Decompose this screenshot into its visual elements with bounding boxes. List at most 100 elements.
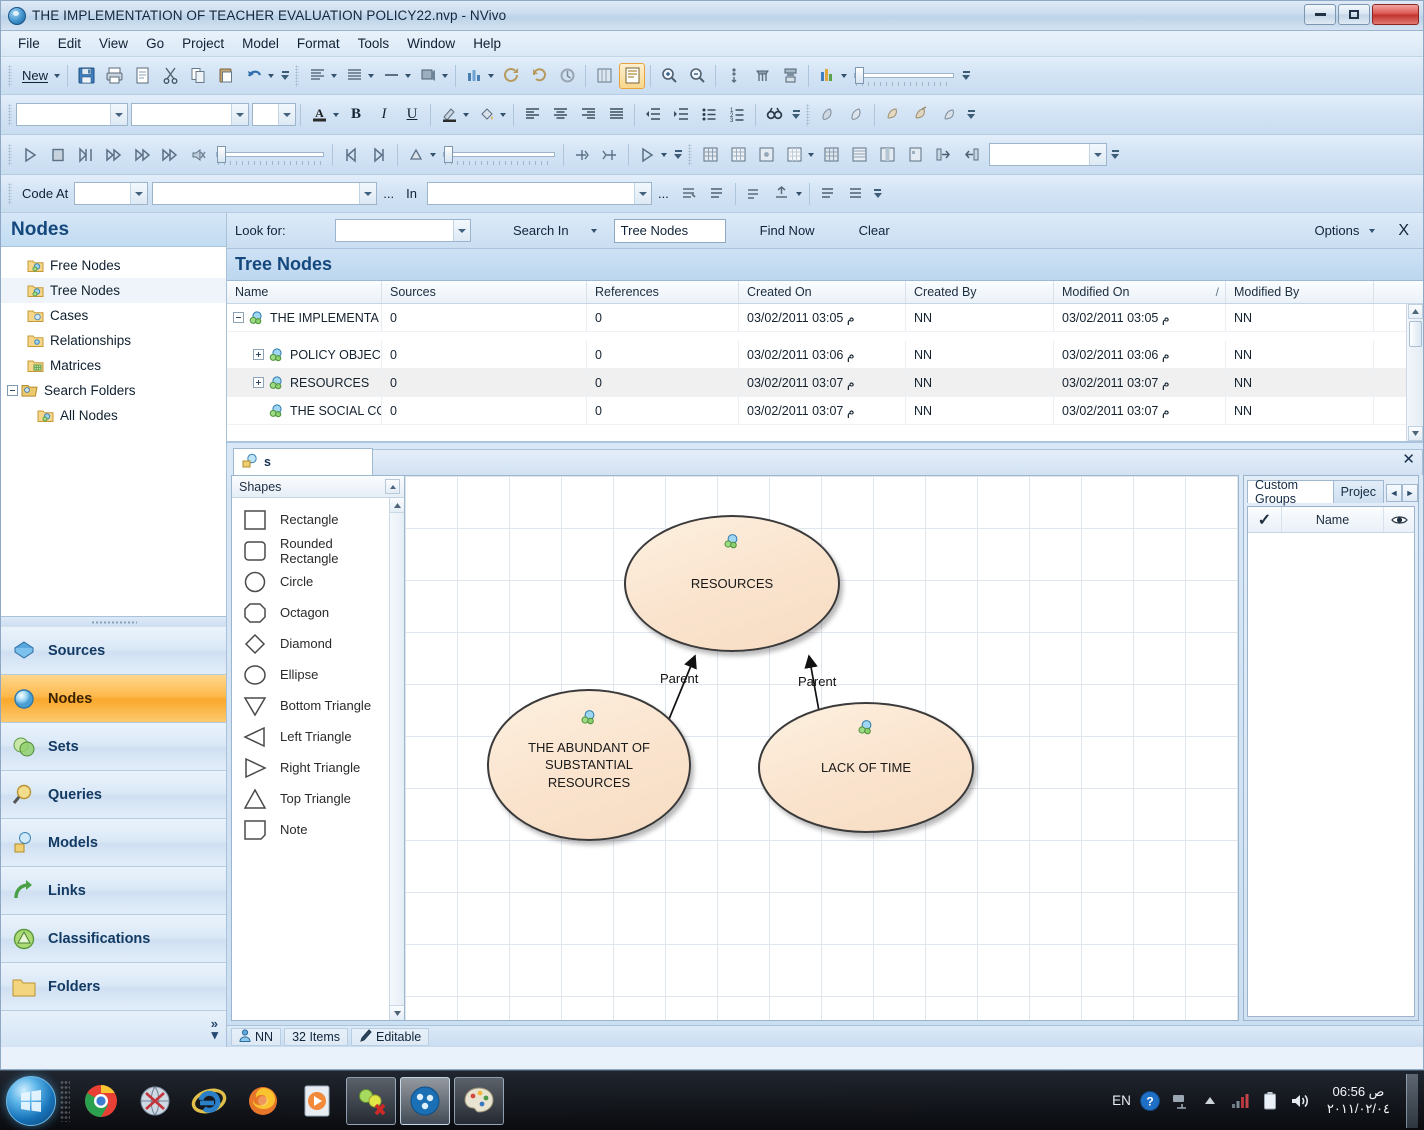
shape-item-bottom-triangle[interactable]: Bottom Triangle — [232, 690, 389, 721]
stop-icon[interactable] — [45, 142, 71, 168]
network-icon[interactable] — [1169, 1090, 1191, 1112]
model-node-resources[interactable]: RESOURCES — [624, 515, 840, 652]
code-whole-icon[interactable] — [843, 181, 869, 207]
save-icon[interactable] — [73, 63, 99, 89]
look-for-input[interactable] — [335, 219, 471, 242]
shapes-scroll-down-icon[interactable] — [390, 1005, 404, 1020]
align-right-icon[interactable] — [575, 102, 601, 128]
nav-button-links[interactable]: Links — [1, 867, 226, 915]
chart-icon[interactable] — [461, 63, 487, 89]
tree-item-cases[interactable]: Cases — [1, 303, 226, 328]
undo-coding-icon[interactable] — [526, 63, 552, 89]
chrome-taskbar-icon[interactable] — [76, 1077, 126, 1125]
playback-position-slider[interactable] — [216, 145, 324, 165]
highlight-dropdown-icon[interactable] — [442, 73, 449, 78]
tree-item-tree-nodes[interactable]: Tree Nodes — [1, 278, 226, 303]
table-image-icon[interactable] — [753, 142, 779, 168]
play-icon[interactable] — [17, 142, 43, 168]
forward-all-icon[interactable] — [157, 142, 183, 168]
toolbar-overflow-2[interactable] — [960, 61, 972, 91]
messenger-taskbar-icon[interactable] — [346, 1076, 396, 1125]
row-collapse-icon[interactable] — [233, 312, 244, 323]
table-icon[interactable] — [697, 142, 723, 168]
refresh-icon[interactable] — [498, 63, 524, 89]
shape-item-top-triangle[interactable]: Top Triangle — [232, 783, 389, 814]
toolbar-overflow-1[interactable] — [279, 61, 291, 91]
toolbar-overflow-7[interactable] — [872, 179, 884, 209]
bar-chart-icon[interactable] — [814, 63, 840, 89]
navigation-splitter[interactable] — [1, 616, 226, 627]
detail-pane-icon[interactable] — [619, 62, 646, 89]
zoom-slider[interactable] — [854, 66, 955, 86]
table-toolbar-grip[interactable] — [688, 143, 692, 166]
insert-row-icon[interactable] — [569, 142, 595, 168]
tree-item-matrices[interactable]: Matrices — [1, 353, 226, 378]
numbered-list-icon[interactable]: 123 — [724, 102, 750, 128]
menu-model[interactable]: Model — [233, 33, 288, 54]
code-at-type-combo[interactable] — [74, 182, 149, 205]
list-vertical-scrollbar[interactable] — [1406, 304, 1423, 441]
column-header-modified-on[interactable]: Modified On / — [1054, 281, 1226, 303]
tree-item-relationships[interactable]: Relationships — [1, 328, 226, 353]
close-find-bar-button[interactable]: X — [1392, 222, 1415, 240]
uncode-selection-icon[interactable] — [741, 181, 767, 207]
paint-taskbar-icon[interactable] — [454, 1076, 504, 1125]
row-expand-icon[interactable] — [253, 377, 264, 388]
menu-tools[interactable]: Tools — [349, 33, 399, 54]
menu-file[interactable]: File — [9, 33, 49, 54]
collapse-left-icon[interactable] — [958, 142, 984, 168]
show-hidden-icon[interactable] — [1199, 1090, 1221, 1112]
copy-icon[interactable] — [185, 63, 211, 89]
nav-button-sources[interactable]: Sources — [1, 627, 226, 675]
nav-button-models[interactable]: Models — [1, 819, 226, 867]
code-selection-icon[interactable] — [676, 181, 702, 207]
separator-dropdown-icon[interactable] — [405, 73, 412, 78]
matrix-icon[interactable] — [818, 142, 844, 168]
nav-button-sets[interactable]: Sets — [1, 723, 226, 771]
taskbar-clock[interactable]: 06:56 ص ٢٠١١/٠٢/٠٤ — [1319, 1084, 1398, 1117]
clear-button[interactable]: Clear — [859, 223, 890, 238]
media-toolbar-grip[interactable] — [8, 143, 12, 166]
code-at-value-combo[interactable] — [152, 182, 378, 205]
menu-go[interactable]: Go — [137, 33, 173, 54]
column-header-check[interactable]: ✓ — [1248, 507, 1282, 532]
scroll-down-icon[interactable] — [1407, 426, 1423, 441]
undo-dropdown-icon[interactable] — [268, 73, 275, 78]
spread-coding-icon[interactable] — [815, 181, 841, 207]
code-at-new-dropdown-icon[interactable] — [795, 191, 802, 196]
options-dropdown-icon[interactable] — [1369, 228, 1376, 233]
list-view-icon[interactable] — [304, 63, 330, 89]
column-header-name[interactable]: Name — [227, 281, 382, 303]
signal-icon[interactable] — [1229, 1090, 1251, 1112]
annotation-icon[interactable] — [815, 102, 841, 128]
code-at-ellipsis[interactable]: ... — [377, 186, 400, 201]
nav-button-queries[interactable]: Queries — [1, 771, 226, 819]
broom-icon[interactable] — [749, 63, 775, 89]
nav-button-classifications[interactable]: Classifications — [1, 915, 226, 963]
table-row[interactable]: RESOURCES 0 0 03/02/2011 03:07 م NN 03/0… — [227, 369, 1423, 397]
uncode-icon[interactable] — [936, 102, 962, 128]
tree-item-search-folders[interactable]: Search Folders — [1, 378, 226, 403]
menu-edit[interactable]: Edit — [49, 33, 90, 54]
menu-view[interactable]: View — [90, 33, 137, 54]
shapes-scrollbar[interactable] — [389, 498, 404, 1020]
table-dropdown-icon[interactable] — [808, 152, 814, 157]
toolbar-overflow-6[interactable] — [1109, 140, 1121, 170]
highlight-color-dropdown-icon[interactable] — [463, 112, 469, 117]
volume-dropdown-icon[interactable] — [430, 152, 436, 157]
bullet-list-icon[interactable] — [696, 102, 722, 128]
detail-view-icon[interactable] — [341, 63, 367, 89]
mute-icon[interactable] — [185, 142, 211, 168]
internet-explorer-taskbar-icon[interactable] — [184, 1077, 234, 1125]
matrix-cell-icon[interactable] — [902, 142, 928, 168]
tab-custom-groups[interactable]: Custom Groups — [1247, 478, 1334, 506]
shape-item-diamond[interactable]: Diamond — [232, 628, 389, 659]
close-tab-button[interactable]: ✕ — [1402, 450, 1415, 468]
in-value-combo[interactable] — [426, 182, 652, 205]
rewind-all-icon[interactable] — [73, 142, 99, 168]
font-color-dropdown-icon[interactable] — [333, 112, 339, 117]
nav-button-nodes[interactable]: Nodes — [1, 675, 226, 723]
zoom-out-icon[interactable] — [684, 63, 710, 89]
increase-indent-icon[interactable] — [668, 102, 694, 128]
menu-format[interactable]: Format — [288, 33, 349, 54]
